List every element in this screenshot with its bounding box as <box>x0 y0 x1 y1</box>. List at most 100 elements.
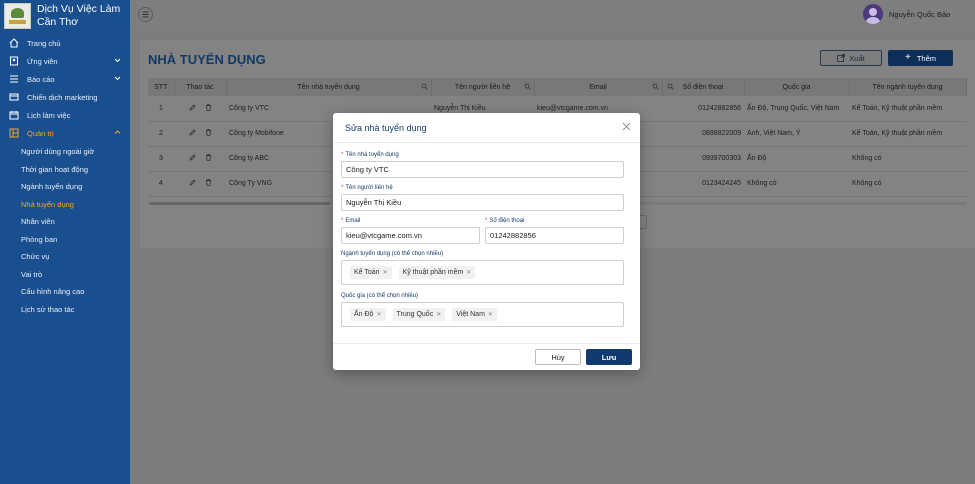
sidebar-subitem-positions[interactable]: Chức vụ <box>0 248 130 266</box>
email-field[interactable]: kieu@vtcgame.com.vn <box>341 227 480 244</box>
search-icon[interactable] <box>652 83 659 90</box>
menu-toggle-button[interactable] <box>138 7 153 22</box>
country-tag: Việt Nam ✕ <box>452 308 497 321</box>
col-header-industry: Tên ngành tuyển dụng <box>849 78 967 96</box>
phone-field[interactable]: 01242882856 <box>485 227 624 244</box>
brand: Dịch Vụ Việc Làm Cần Thơ <box>0 0 130 34</box>
save-button[interactable]: Lưu <box>586 349 632 365</box>
username[interactable]: Nguyễn Quốc Bảo <box>889 10 950 19</box>
sidebar-item-calendar[interactable]: Lịch làm việc <box>0 106 130 124</box>
col-header-stt: STT <box>148 78 175 96</box>
calendar-icon <box>8 110 19 121</box>
sidebar-item-marketing[interactable]: Chiến dịch marketing <box>0 88 130 106</box>
edit-icon[interactable] <box>189 179 196 186</box>
email-label: * Email <box>341 218 361 224</box>
remove-tag-icon[interactable]: ✕ <box>466 269 471 276</box>
sidebar-subitem-history[interactable]: Lịch sử thao tác <box>0 301 130 319</box>
edit-employer-modal: Sửa nhà tuyển dụng * Tên nhà tuyển dụng C… <box>333 113 640 370</box>
industry-tag: Kế Toán ✕ <box>350 266 392 279</box>
brand-title: Dịch Vụ Việc Làm Cần Thơ <box>37 3 120 29</box>
col-header-email[interactable]: Email <box>534 78 663 96</box>
topbar: Nguyễn Quốc Bảo <box>130 0 975 30</box>
remove-tag-icon[interactable]: ✕ <box>436 311 441 318</box>
search-icon[interactable] <box>421 83 428 90</box>
sidebar-item-admin[interactable]: Quản trị <box>0 124 130 142</box>
sidebar-item-label: Quản trị <box>27 128 54 138</box>
chevron-down-icon <box>114 58 121 63</box>
cell-phone: 0898822009 <box>662 121 744 147</box>
industry-label: Ngành tuyển dụng (có thể chọn nhiều) <box>341 251 444 257</box>
edit-icon[interactable] <box>189 154 196 161</box>
delete-icon[interactable] <box>205 154 212 161</box>
add-button[interactable]: + Thêm <box>888 50 953 66</box>
sidebar-item-label: Trang chủ <box>27 38 61 48</box>
cell-country: Ấn Độ, Trung Quốc, Việt Nam <box>744 96 849 122</box>
remove-tag-icon[interactable]: ✕ <box>488 311 493 318</box>
cell-industry: Không có <box>849 171 966 197</box>
brand-title-line2: Cần Thơ <box>37 16 79 28</box>
cell-stt: 3 <box>148 146 174 172</box>
cell-stt: 1 <box>148 96 174 122</box>
cell-actions <box>174 171 226 197</box>
export-button[interactable]: Xuất <box>820 50 882 66</box>
cell-industry: Kế Toán, Kỹ thuật phần mềm <box>849 121 966 147</box>
avatar[interactable] <box>863 4 883 24</box>
sidebar-subitem-active-time[interactable]: Thời gian hoạt động <box>0 161 130 179</box>
cell-actions <box>174 121 226 147</box>
delete-icon[interactable] <box>205 179 212 186</box>
company-field[interactable]: Công ty VTC <box>341 161 624 178</box>
col-header-country: Quốc gia <box>744 78 850 96</box>
industry-tag: Kỹ thuật phần mềm ✕ <box>398 266 476 279</box>
sidebar-subitem-roles[interactable]: Vai trò <box>0 266 130 284</box>
cell-actions <box>174 96 226 122</box>
page-title: NHÀ TUYỂN DỤNG <box>148 52 266 67</box>
sidebar-subitem-advanced-config[interactable]: Cấu hình nâng cao <box>0 283 130 301</box>
phone-label: * Số điện thoại <box>485 218 525 224</box>
cancel-button[interactable]: Hủy <box>535 349 581 365</box>
country-label: Quốc gia (có thể chọn nhiều) <box>341 293 419 299</box>
remove-tag-icon[interactable]: ✕ <box>383 269 388 276</box>
edit-icon[interactable] <box>189 129 196 136</box>
col-header-phone[interactable]: Số điện thoại <box>662 78 745 96</box>
export-label: Xuất <box>849 53 865 63</box>
modal-title: Sửa nhà tuyển dụng <box>345 123 427 133</box>
close-icon[interactable] <box>622 122 631 131</box>
search-icon[interactable] <box>667 83 674 90</box>
cell-phone: 0123424245 <box>662 171 744 197</box>
chevron-up-icon <box>114 130 121 134</box>
sidebar-item-reports[interactable]: Báo cáo <box>0 70 130 88</box>
table-header: STT Thao tác Tên nhà tuyển dụng Tên ngườ… <box>148 78 967 96</box>
country-multiselect[interactable]: Ấn Độ ✕ Trung Quốc ✕ Việt Nam ✕ <box>341 302 624 327</box>
remove-tag-icon[interactable]: ✕ <box>376 311 381 318</box>
contact-label: * Tên người liên hệ <box>341 185 393 191</box>
sidebar-item-candidates[interactable]: Ứng viên <box>0 52 130 70</box>
admin-icon <box>8 128 19 139</box>
delete-icon[interactable] <box>205 104 212 111</box>
modal-footer-divider <box>333 343 640 344</box>
sidebar-subitem-departments[interactable]: Phòng ban <box>0 231 130 249</box>
country-tag: Ấn Độ ✕ <box>350 308 386 321</box>
menu-icon <box>142 11 149 18</box>
sidebar-item-home[interactable]: Trang chủ <box>0 34 130 52</box>
sidebar-subitem-users-offhours[interactable]: Người dùng ngoài giờ <box>0 143 130 161</box>
delete-icon[interactable] <box>205 129 212 136</box>
cell-industry: Kế Toán, Kỹ thuật phần mềm <box>849 96 966 122</box>
cell-country: Ấn Độ <box>744 146 849 172</box>
col-header-company[interactable]: Tên nhà tuyển dụng <box>226 78 432 96</box>
industry-multiselect[interactable]: Kế Toán ✕ Kỹ thuật phần mềm ✕ <box>341 260 624 285</box>
cell-phone: 01242882856 <box>662 96 744 122</box>
search-icon[interactable] <box>524 83 531 90</box>
modal-divider <box>333 142 640 143</box>
cell-country: Anh, Việt Nam, Ý <box>744 121 849 147</box>
sidebar-subitem-staff[interactable]: Nhân viên <box>0 213 130 231</box>
sidebar-item-label: Báo cáo <box>27 74 55 84</box>
country-tag: Trung Quốc ✕ <box>392 308 446 321</box>
edit-icon[interactable] <box>189 104 196 111</box>
contact-field[interactable]: Nguyễn Thị Kiều <box>341 194 624 211</box>
list-icon <box>8 74 19 85</box>
sidebar-subitem-employers[interactable]: Nhà tuyển dụng <box>0 196 130 214</box>
col-header-actions: Thao tác <box>174 78 227 96</box>
col-header-contact[interactable]: Tên người liên hệ <box>431 78 535 96</box>
sidebar-subitem-industries[interactable]: Ngành tuyển dụng <box>0 178 130 196</box>
logo <box>4 3 31 29</box>
